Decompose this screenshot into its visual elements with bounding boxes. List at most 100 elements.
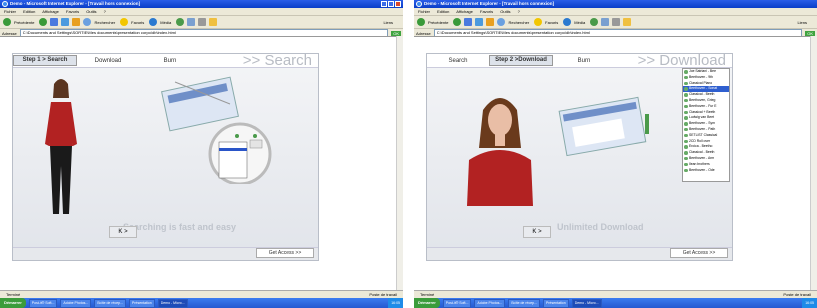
get-access-button[interactable]: Get Access >>: [670, 248, 728, 258]
task-presentation[interactable]: Présentation: [129, 298, 155, 308]
toolbar: Précédente Rechercher Favoris Média Lien…: [414, 16, 817, 29]
task-photoshop[interactable]: Adobe Photos...: [474, 298, 506, 308]
folder-icon[interactable]: [209, 18, 218, 26]
vertical-scrollbar[interactable]: [396, 36, 403, 290]
ie-icon: [2, 1, 8, 7]
media-icon[interactable]: [563, 18, 572, 26]
media-label[interactable]: Média: [160, 20, 171, 25]
status-bar: Terminé Poste de travail: [414, 290, 817, 298]
search-illustration: [161, 76, 272, 184]
back-icon[interactable]: [3, 18, 11, 26]
tab-download[interactable]: Step 2 >Download: [489, 55, 553, 66]
history-icon[interactable]: [176, 18, 185, 26]
search-label[interactable]: Rechercher: [94, 20, 115, 25]
menu-help[interactable]: ?: [104, 9, 106, 14]
tab-burn[interactable]: Burn: [139, 58, 201, 64]
folder-icon[interactable]: [623, 18, 632, 26]
toolbar: Précédente Rechercher Favoris Média Lien…: [0, 16, 403, 29]
menu-edition[interactable]: Edition: [437, 9, 449, 14]
favorites-label[interactable]: Favoris: [545, 20, 558, 25]
browser-window-right: Demo - Microsoft Internet Explorer - [Tr…: [414, 0, 817, 308]
download-illustration: [558, 96, 649, 157]
forward-icon[interactable]: [39, 18, 48, 26]
favorites-label[interactable]: Favoris: [131, 20, 144, 25]
start-button[interactable]: Démarrer: [414, 298, 440, 308]
forward-icon[interactable]: [453, 18, 462, 26]
menu-affichage[interactable]: Affichage: [456, 9, 473, 14]
media-icon[interactable]: [149, 18, 158, 26]
menu-fichier[interactable]: Fichier: [4, 9, 16, 14]
task-demo[interactable]: Demo - Micro...: [157, 298, 188, 308]
menu-help[interactable]: ?: [518, 9, 520, 14]
menu-outils[interactable]: Outils: [86, 9, 96, 14]
maximize-button[interactable]: [388, 1, 394, 7]
window-title: Demo - Microsoft Internet Explorer - [Tr…: [424, 1, 555, 6]
task-postit[interactable]: Post-it® Soft...: [28, 298, 58, 308]
title-bar[interactable]: Demo - Microsoft Internet Explorer - [Tr…: [0, 0, 403, 8]
search-icon[interactable]: [83, 18, 92, 26]
mail-icon[interactable]: [187, 18, 196, 26]
presenter-figure: [467, 98, 533, 206]
mail-icon[interactable]: [601, 18, 610, 26]
menu-affichage[interactable]: Affichage: [42, 9, 59, 14]
home-icon[interactable]: [72, 18, 81, 26]
vertical-scrollbar[interactable]: [810, 36, 817, 290]
step-label: Step 1: [22, 57, 41, 63]
refresh-icon[interactable]: [61, 18, 70, 26]
nav-arrows[interactable]: K >: [523, 226, 551, 238]
search-label[interactable]: Rechercher: [508, 20, 529, 25]
clock: 16:05: [802, 298, 817, 308]
media-label[interactable]: Média: [574, 20, 585, 25]
step-label: Step 2: [495, 57, 514, 63]
print-icon[interactable]: [198, 18, 207, 26]
task-inbox[interactable]: Boîte de récep...: [508, 298, 541, 308]
task-postit[interactable]: Post-it® Soft...: [442, 298, 472, 308]
get-access-button[interactable]: Get Access >>: [256, 248, 314, 258]
back-icon[interactable]: [417, 18, 425, 26]
minimize-button[interactable]: [381, 1, 387, 7]
menu-edition[interactable]: Edition: [23, 9, 35, 14]
list-item[interactable]: Beethoven - Ode: [683, 168, 729, 174]
status-text: Terminé: [420, 292, 435, 297]
clock: 16:05: [388, 298, 403, 308]
stop-icon[interactable]: [464, 18, 473, 26]
menu-fichier[interactable]: Fichier: [418, 9, 430, 14]
presentation-frame: Step 1 > Search Download Burn >> Search: [12, 53, 319, 261]
refresh-icon[interactable]: [475, 18, 484, 26]
links-label[interactable]: Liens: [383, 20, 393, 25]
status-text: Terminé: [6, 292, 21, 297]
tab-search-label: Search: [47, 57, 68, 63]
tab-burn[interactable]: Burn: [553, 58, 615, 64]
tab-download[interactable]: Download: [77, 58, 139, 64]
taskbar: Démarrer Post-it® Soft... Adobe Photos..…: [0, 298, 403, 308]
menu-favoris[interactable]: Favoris: [480, 9, 493, 14]
search-icon[interactable]: [497, 18, 506, 26]
window-title: Demo - Microsoft Internet Explorer - [Tr…: [10, 1, 141, 6]
start-button[interactable]: Démarrer: [0, 298, 26, 308]
slogan: Searching is fast and easy: [123, 222, 237, 232]
stop-icon[interactable]: [50, 18, 59, 26]
back-label[interactable]: Précédente: [428, 20, 448, 25]
task-presentation[interactable]: Présentation: [543, 298, 569, 308]
home-icon[interactable]: [486, 18, 495, 26]
task-photoshop[interactable]: Adobe Photos...: [60, 298, 92, 308]
back-label[interactable]: Précédente: [14, 20, 34, 25]
go-button[interactable]: OK: [391, 30, 401, 36]
history-icon[interactable]: [590, 18, 599, 26]
menu-favoris[interactable]: Favoris: [66, 9, 79, 14]
title-bar[interactable]: Demo - Microsoft Internet Explorer - [Tr…: [414, 0, 817, 8]
links-label[interactable]: Liens: [797, 20, 807, 25]
nav-arrows[interactable]: K >: [109, 226, 137, 238]
presenter-figure: [45, 79, 77, 214]
tab-search[interactable]: Search: [427, 58, 489, 64]
print-icon[interactable]: [612, 18, 621, 26]
menu-outils[interactable]: Outils: [500, 9, 510, 14]
favorites-icon[interactable]: [534, 18, 543, 26]
close-button[interactable]: [395, 1, 401, 7]
status-bar: Terminé Poste de travail: [0, 290, 403, 298]
tab-search[interactable]: Step 1 > Search: [13, 55, 77, 66]
go-button[interactable]: OK: [805, 30, 815, 36]
favorites-icon[interactable]: [120, 18, 129, 26]
task-inbox[interactable]: Boîte de récep...: [94, 298, 127, 308]
task-demo[interactable]: Demo - Micro...: [571, 298, 602, 308]
